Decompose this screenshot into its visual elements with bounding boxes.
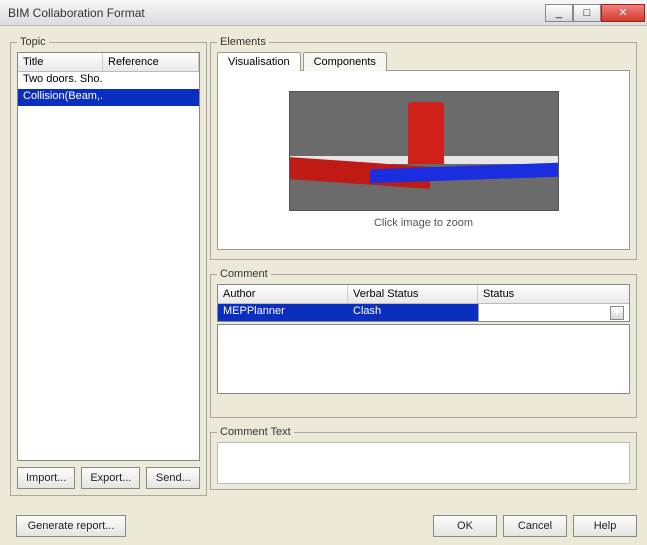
comment-header-author[interactable]: Author	[218, 285, 348, 303]
app-window: BIM Collaboration Format _ □ ✕ Topic Tit…	[0, 0, 647, 545]
export-button[interactable]: Export...	[81, 467, 140, 489]
topic-legend: Topic	[17, 36, 49, 48]
elements-group: Elements Visualisation Components Click …	[210, 36, 637, 260]
import-button[interactable]: Import...	[17, 467, 75, 489]
status-dropdown[interactable]: Unknown ▼ Error Warning Info Unknown ↖	[478, 304, 629, 321]
topic-cell-ref	[103, 72, 199, 89]
status-selected-value: Unknown	[484, 307, 530, 319]
send-button[interactable]: Send...	[146, 467, 200, 489]
visualisation-preview[interactable]	[289, 91, 559, 211]
cancel-button[interactable]: Cancel	[503, 515, 567, 537]
client-area: Topic Title Reference Two doors. Sho...	[0, 26, 647, 545]
comment-text-group: Comment Text	[210, 426, 637, 490]
minimize-icon: _	[556, 7, 562, 19]
close-icon: ✕	[618, 6, 627, 19]
topic-header-title[interactable]: Title	[18, 53, 103, 71]
maximize-icon: □	[584, 7, 591, 19]
bottom-button-row: Generate report... OK Cancel Help	[10, 515, 637, 537]
comment-body-empty[interactable]	[217, 324, 630, 394]
titlebar: BIM Collaboration Format _ □ ✕	[0, 0, 647, 26]
comment-table: Author Verbal Status Status MEPPlanner C…	[217, 284, 630, 322]
window-buttons: _ □ ✕	[545, 4, 645, 22]
close-button[interactable]: ✕	[601, 4, 645, 22]
chevron-down-icon: ▼	[610, 306, 624, 320]
comment-legend: Comment	[217, 268, 271, 280]
comment-group: Comment Author Verbal Status Status MEPP…	[210, 268, 637, 418]
comment-text-legend: Comment Text	[217, 426, 294, 438]
topic-body[interactable]: Two doors. Sho... Collision(Beam,...	[18, 72, 199, 430]
generate-report-button[interactable]: Generate report...	[16, 515, 126, 537]
minimize-button[interactable]: _	[545, 4, 573, 22]
table-row[interactable]: Collision(Beam,...	[18, 89, 199, 106]
comment-header-status[interactable]: Status	[478, 285, 629, 303]
topic-cell-ref	[103, 89, 199, 106]
comment-cell-verbal: Clash	[348, 304, 478, 321]
maximize-button[interactable]: □	[573, 4, 601, 22]
visualisation-panel: Click image to zoom	[217, 70, 630, 250]
zoom-hint: Click image to zoom	[374, 217, 473, 229]
topic-cell-title: Collision(Beam,...	[18, 89, 103, 106]
topic-header-reference[interactable]: Reference	[103, 53, 199, 71]
window-title: BIM Collaboration Format	[8, 6, 545, 20]
tab-components[interactable]: Components	[303, 52, 387, 71]
topic-table: Title Reference Two doors. Sho... Collis…	[17, 52, 200, 461]
table-row[interactable]: MEPPlanner Clash Unknown ▼ Error Warning…	[218, 304, 629, 321]
table-row[interactable]: Two doors. Sho...	[18, 72, 199, 89]
topic-cell-title: Two doors. Sho...	[18, 72, 103, 89]
comment-cell-author: MEPPlanner	[218, 304, 348, 321]
topic-group: Topic Title Reference Two doors. Sho...	[10, 36, 207, 496]
ok-button[interactable]: OK	[433, 515, 497, 537]
tab-visualisation[interactable]: Visualisation	[217, 52, 301, 71]
help-button[interactable]: Help	[573, 515, 637, 537]
elements-legend: Elements	[217, 36, 269, 48]
comment-header-verbal[interactable]: Verbal Status	[348, 285, 478, 303]
viz-element-red-column	[408, 102, 444, 164]
comment-text-input[interactable]	[217, 442, 630, 484]
